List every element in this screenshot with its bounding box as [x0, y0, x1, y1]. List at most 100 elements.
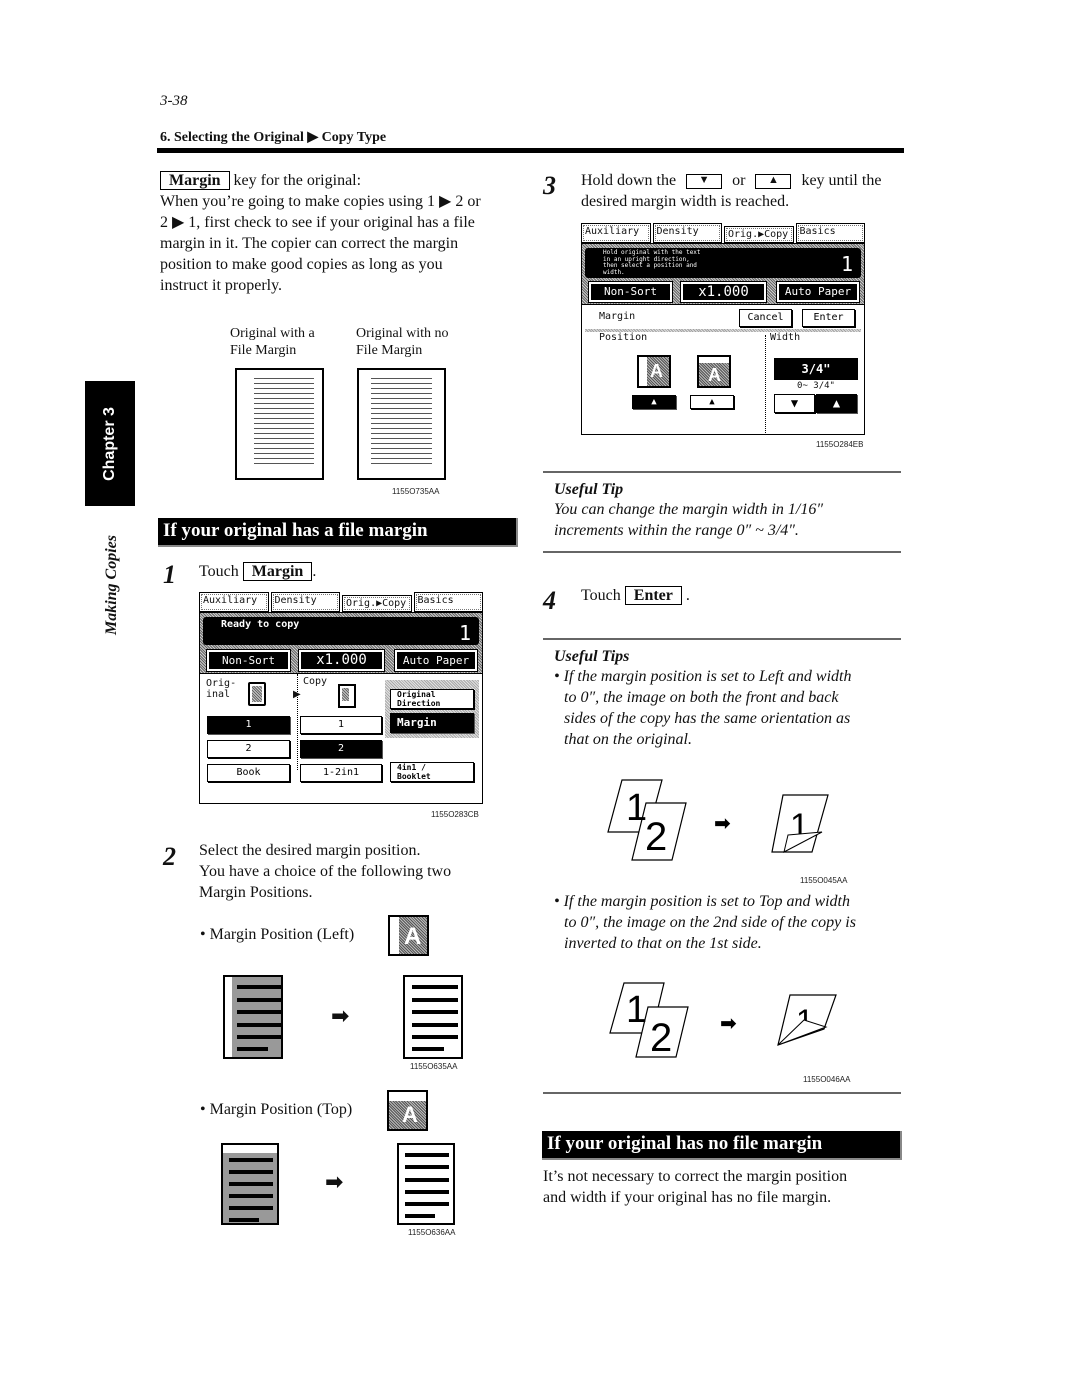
copy-option-2in1[interactable]: 1-2in1 [300, 764, 382, 782]
text-line [254, 428, 314, 429]
no-margin-line: It’s not necessary to correct the margin… [543, 1168, 848, 1185]
copier-panel-margin: Auxiliary Density Orig.▶Copy Basics Hold… [581, 223, 865, 435]
no-margin-text: It’s not necessary to correct the margin… [543, 1166, 903, 1208]
original-direction-button[interactable]: Original Direction [390, 689, 474, 709]
text-line [371, 428, 432, 429]
instruction-text: Hold original with the text in an uprigh… [603, 249, 701, 276]
text-line [371, 388, 432, 389]
arrow-right-icon: ➡ [331, 1004, 350, 1029]
heading-no-file-margin: If your original has no file margin [542, 1131, 902, 1160]
tab-auxiliary[interactable]: Auxiliary [199, 592, 269, 612]
text-line [254, 458, 314, 459]
figure-code: 1155O635AA [410, 1062, 458, 1071]
position-top-option-icon[interactable]: A [697, 355, 731, 388]
duplex-figure-top: 1 2 ➡ 1 [609, 982, 837, 1060]
position-label: Position [599, 332, 648, 343]
up-key-icon: ▲ [755, 173, 792, 189]
text-line [254, 463, 314, 464]
intro-key-suffix: key for the original: [229, 172, 362, 189]
text-line [254, 423, 314, 424]
status-message: Ready to copy 1 [203, 617, 479, 645]
tip-line: • If the margin position is set to Left … [554, 668, 852, 685]
divider [543, 551, 901, 553]
zoom-ratio-button[interactable]: x1.000 [298, 649, 385, 672]
text-line [254, 438, 314, 439]
tip-title: Useful Tip [554, 481, 624, 498]
left-margin-copy [403, 975, 463, 1059]
copy-label: Copy [303, 676, 328, 687]
text-line [371, 423, 432, 424]
step2-line: You have a choice of the following two [199, 863, 452, 880]
left-margin-original [223, 975, 283, 1059]
page-1-glyph: 1 [626, 787, 647, 829]
caption-with-margin: Original with a File Margin [230, 325, 315, 359]
select-top-button[interactable]: ▲ [690, 395, 734, 409]
text-line [371, 413, 432, 414]
width-increase-button[interactable]: ▲ [816, 394, 857, 413]
tab-density[interactable]: Density [652, 223, 722, 243]
auto-paper-button[interactable]: Auto Paper [394, 649, 478, 672]
non-sort-button[interactable]: Non-Sort [588, 281, 673, 303]
text-line [254, 403, 314, 404]
caption-line: File Margin [356, 343, 423, 358]
position-left-option-icon[interactable]: A [637, 355, 671, 388]
tip-line: to 0″, the image on both the front and b… [564, 689, 839, 706]
copy-page-icon [338, 684, 356, 708]
step3-line: desired margin width is reached. [581, 193, 790, 210]
figure-code: 1155O284EB [816, 440, 864, 449]
text-line [254, 443, 314, 444]
booklet-button[interactable]: 4in1 / Booklet [390, 762, 474, 782]
copy-count: 1 [840, 252, 853, 276]
cancel-button[interactable]: Cancel [739, 309, 792, 327]
auto-paper-button[interactable]: Auto Paper [776, 281, 860, 303]
booklet-line: Booklet [397, 772, 431, 781]
copy-option-2[interactable]: 2 [300, 740, 382, 758]
intro-line: instruct it properly. [160, 277, 283, 294]
top-margin-original [221, 1143, 279, 1225]
non-sort-button[interactable]: Non-Sort [206, 649, 291, 672]
tab-density[interactable]: Density [270, 592, 340, 612]
enter-button[interactable]: Enter [802, 309, 855, 327]
text-line [254, 383, 314, 384]
useful-tip: Useful Tip You can change the margin wid… [554, 481, 904, 541]
tab-basics[interactable]: Basics [413, 592, 483, 612]
copy-option-1[interactable]: 1 [300, 716, 382, 734]
select-left-button[interactable]: ▲ [632, 395, 676, 409]
text-line [371, 433, 432, 434]
zoom-ratio-button[interactable]: x1.000 [680, 281, 767, 303]
tab-orig-copy[interactable]: Orig.▶Copy [724, 226, 794, 243]
text-line [254, 398, 314, 399]
original-with-margin-image [235, 368, 324, 480]
margin-position-left-label: • Margin Position (Left) [200, 926, 355, 943]
page-number: 3-38 [160, 93, 188, 109]
original-option-1[interactable]: 1 [207, 716, 290, 734]
text-line [371, 418, 432, 419]
ready-to-copy-text: Ready to copy [221, 619, 300, 630]
width-decrease-button[interactable]: ▼ [774, 394, 815, 413]
arrow-right-icon: ➡ [714, 811, 731, 835]
step2-line: Margin Positions. [199, 884, 313, 901]
text-line [371, 438, 432, 439]
page-2-glyph: 2 [645, 815, 667, 859]
intro-text: Margin key for the original: When you’re… [160, 170, 530, 296]
no-margin-line: and width if your original has no file m… [543, 1189, 832, 1206]
panel-tabs: Auxiliary Density Orig.▶Copy Basics [199, 592, 483, 612]
original-option-2[interactable]: 2 [207, 740, 290, 758]
page-1-glyph: 1 [626, 989, 647, 1031]
step4-prefix: Touch [581, 587, 621, 604]
text-line [371, 378, 432, 379]
step-number: 3 [543, 171, 556, 200]
chapter-tab: Chapter 3 [85, 381, 135, 506]
copier-panel-main: Auxiliary Density Orig.▶Copy Basics Read… [199, 592, 483, 804]
status-area: Ready to copy 1 Non-Sort x1.000 Auto Pap… [199, 612, 483, 674]
step1-text: Touch Margin. [199, 561, 316, 582]
figure-code: 1155O046AA [803, 1075, 851, 1084]
tab-orig-copy[interactable]: Orig.▶Copy [342, 595, 412, 612]
making-copies-label: Making Copies [103, 534, 120, 636]
tab-basics[interactable]: Basics [795, 223, 865, 243]
original-option-book[interactable]: Book [207, 764, 290, 782]
margin-button[interactable]: Margin [390, 713, 474, 733]
tab-auxiliary[interactable]: Auxiliary [581, 223, 651, 243]
heading-file-margin: If your original has a file margin [158, 518, 518, 547]
tip-line: inverted to that on the 1st side. [564, 935, 762, 952]
